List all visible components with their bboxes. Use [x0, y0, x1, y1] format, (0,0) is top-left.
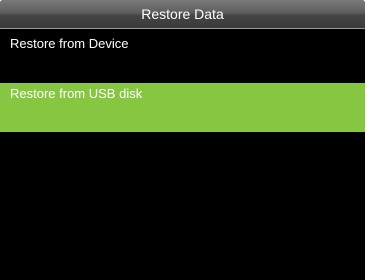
menu-item-label: Restore from USB disk [10, 86, 143, 101]
menu-item-label: Restore from Device [10, 36, 129, 51]
menu-item-restore-from-usb-disk[interactable]: Restore from USB disk [0, 83, 365, 132]
menu-item-restore-from-device[interactable]: Restore from Device [0, 33, 365, 82]
title-bar: Restore Data [0, 0, 365, 29]
page-title: Restore Data [141, 6, 224, 22]
device-screen: Restore Data Restore from Device Restore… [0, 0, 365, 280]
